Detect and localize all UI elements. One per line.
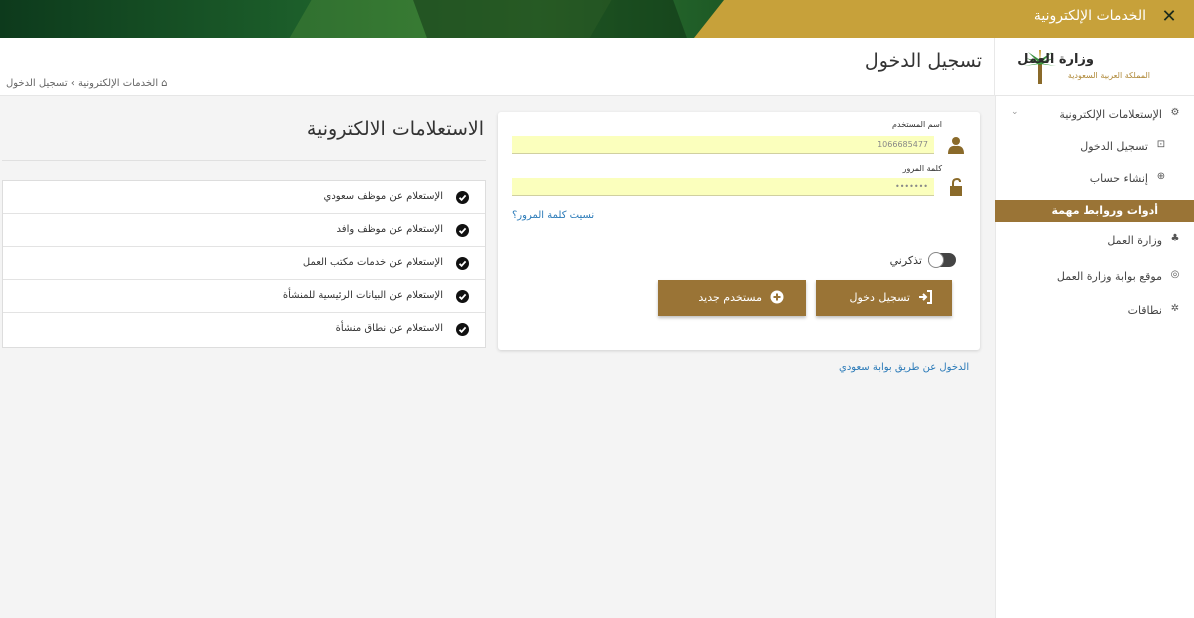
forgot-password-link[interactable]: نسيت كلمة المرور؟ — [512, 210, 594, 221]
banner-title: الخدمات الإلكترونية — [1033, 8, 1146, 24]
unlock-icon — [950, 178, 962, 196]
password-input[interactable] — [512, 178, 934, 196]
plus-circle-icon — [770, 290, 784, 304]
inquiry-item-expat-employee[interactable]: الإستعلام عن موظف وافد — [3, 214, 485, 247]
inquiry-item-label: الإستعلام عن موظف سعودي — [323, 191, 443, 202]
sidebar-item-label: موقع بوابة وزارة العمل — [1056, 270, 1162, 283]
new-user-button-label: مستخدم جديد — [698, 291, 762, 304]
breadcrumb-home[interactable]: الخدمات الإلكترونية — [78, 78, 158, 89]
inquiry-item-saudi-employee[interactable]: الإستعلام عن موظف سعودي — [3, 181, 485, 214]
close-icon[interactable]: ✕ — [1158, 6, 1180, 27]
sidebar-item-label: إنشاء حساب — [1089, 172, 1148, 185]
breadcrumb-separator: › — [70, 78, 75, 89]
sidebar-item-label: الإستعلامات الإلكترونية — [1059, 108, 1162, 121]
page-title: تسجيل الدخول — [864, 50, 982, 72]
check-circle-icon — [456, 290, 469, 303]
inquiries-list: الإستعلام عن موظف سعودي الإستعلام عن موظ… — [2, 180, 486, 348]
palm-icon: ♣ — [1170, 233, 1180, 244]
sidebar-section-tools: أدوات وروابط مهمة — [995, 200, 1194, 222]
breadcrumb-current: تسجيل الدخول — [6, 78, 68, 89]
check-circle-icon — [456, 323, 469, 336]
sidebar-item-inquiries[interactable]: ⚙ الإستعلامات الإلكترونية ⌄ — [995, 104, 1194, 126]
sidebar-item-label: تسجيل الدخول — [1080, 140, 1148, 153]
divider — [2, 160, 486, 161]
home-icon[interactable]: ⌂ — [161, 78, 167, 89]
inquiry-item-label: الإستعلام عن موظف وافد — [336, 224, 443, 235]
inquiry-item-label: الإستعلام عن خدمات مكتب العمل — [302, 257, 443, 268]
sidebar-item-nitaqat[interactable]: ✲ نطاقات — [995, 300, 1194, 322]
sidebar-section-label: أدوات وروابط مهمة — [1051, 204, 1158, 217]
inquiry-item-establishment-range[interactable]: الاستعلام عن نطاق منشأة — [3, 313, 485, 346]
sidebar-item-ministry[interactable]: ♣ وزارة العمل — [995, 230, 1194, 252]
inquiry-item-label: الاستعلام عن نطاق منشأة — [335, 323, 443, 334]
banner-decoration — [413, 0, 687, 38]
user-icon — [948, 137, 964, 154]
globe-icon: ◎ — [1170, 269, 1180, 280]
remember-me-label: تذكرني — [889, 254, 922, 267]
ministry-logo[interactable]: وزارة العمل المملكة العربية السعودية — [994, 38, 1194, 96]
sign-in-icon — [919, 290, 932, 304]
ministry-name: وزارة العمل — [1017, 52, 1094, 67]
sidebar-item-label: وزارة العمل — [1107, 234, 1162, 247]
gear-icon: ✲ — [1170, 303, 1180, 314]
login-icon: ⊡ — [1156, 139, 1166, 150]
chevron-down-icon: ⌄ — [1011, 107, 1019, 117]
password-label: كلمة المرور — [902, 164, 942, 173]
sidebar-item-label: نطاقات — [1127, 304, 1162, 317]
gears-icon: ⚙ — [1170, 107, 1180, 118]
new-user-button[interactable]: مستخدم جديد — [658, 280, 806, 316]
username-input[interactable] — [512, 136, 934, 154]
plus-circle-icon: ⊕ — [1156, 171, 1166, 182]
inquiry-item-label: الإستعلام عن البيانات الرئيسية للمنشأة — [282, 290, 443, 301]
breadcrumb: ⌂الخدمات الإلكترونية › تسجيل الدخول — [6, 78, 167, 89]
login-button-label: تسجيل دخول — [849, 291, 911, 304]
check-circle-icon — [456, 191, 469, 204]
sidebar-item-login[interactable]: ⊡ تسجيل الدخول — [995, 136, 1194, 158]
inquiry-item-establishment-data[interactable]: الإستعلام عن البيانات الرئيسية للمنشأة — [3, 280, 485, 313]
sidebar-item-portal[interactable]: ◎ موقع بوابة وزارة العمل — [995, 266, 1194, 288]
sidebar: ⚙ الإستعلامات الإلكترونية ⌄ ⊡ تسجيل الدخ… — [995, 96, 1194, 618]
top-banner: الخدمات الإلكترونية ✕ — [0, 0, 1194, 38]
remember-me-toggle[interactable] — [928, 252, 956, 268]
check-circle-icon — [456, 257, 469, 270]
page-header: وزارة العمل المملكة العربية السعودية تسج… — [0, 38, 1194, 96]
ministry-subtitle: المملكة العربية السعودية — [1067, 71, 1150, 80]
username-label: اسم المستخدم — [892, 120, 942, 129]
sidebar-item-create-account[interactable]: ⊕ إنشاء حساب — [995, 168, 1194, 190]
inquiry-item-labor-office[interactable]: الإستعلام عن خدمات مكتب العمل — [3, 247, 485, 280]
login-panel: اسم المستخدم كلمة المرور نسيت كلمة المرو… — [498, 112, 980, 350]
inquiries-title: الاستعلامات الالكترونية — [306, 118, 484, 140]
check-circle-icon — [456, 224, 469, 237]
saudi-portal-login-link[interactable]: الدخول عن طريق بوابة سعودي — [839, 362, 969, 373]
login-button[interactable]: تسجيل دخول — [816, 280, 952, 316]
